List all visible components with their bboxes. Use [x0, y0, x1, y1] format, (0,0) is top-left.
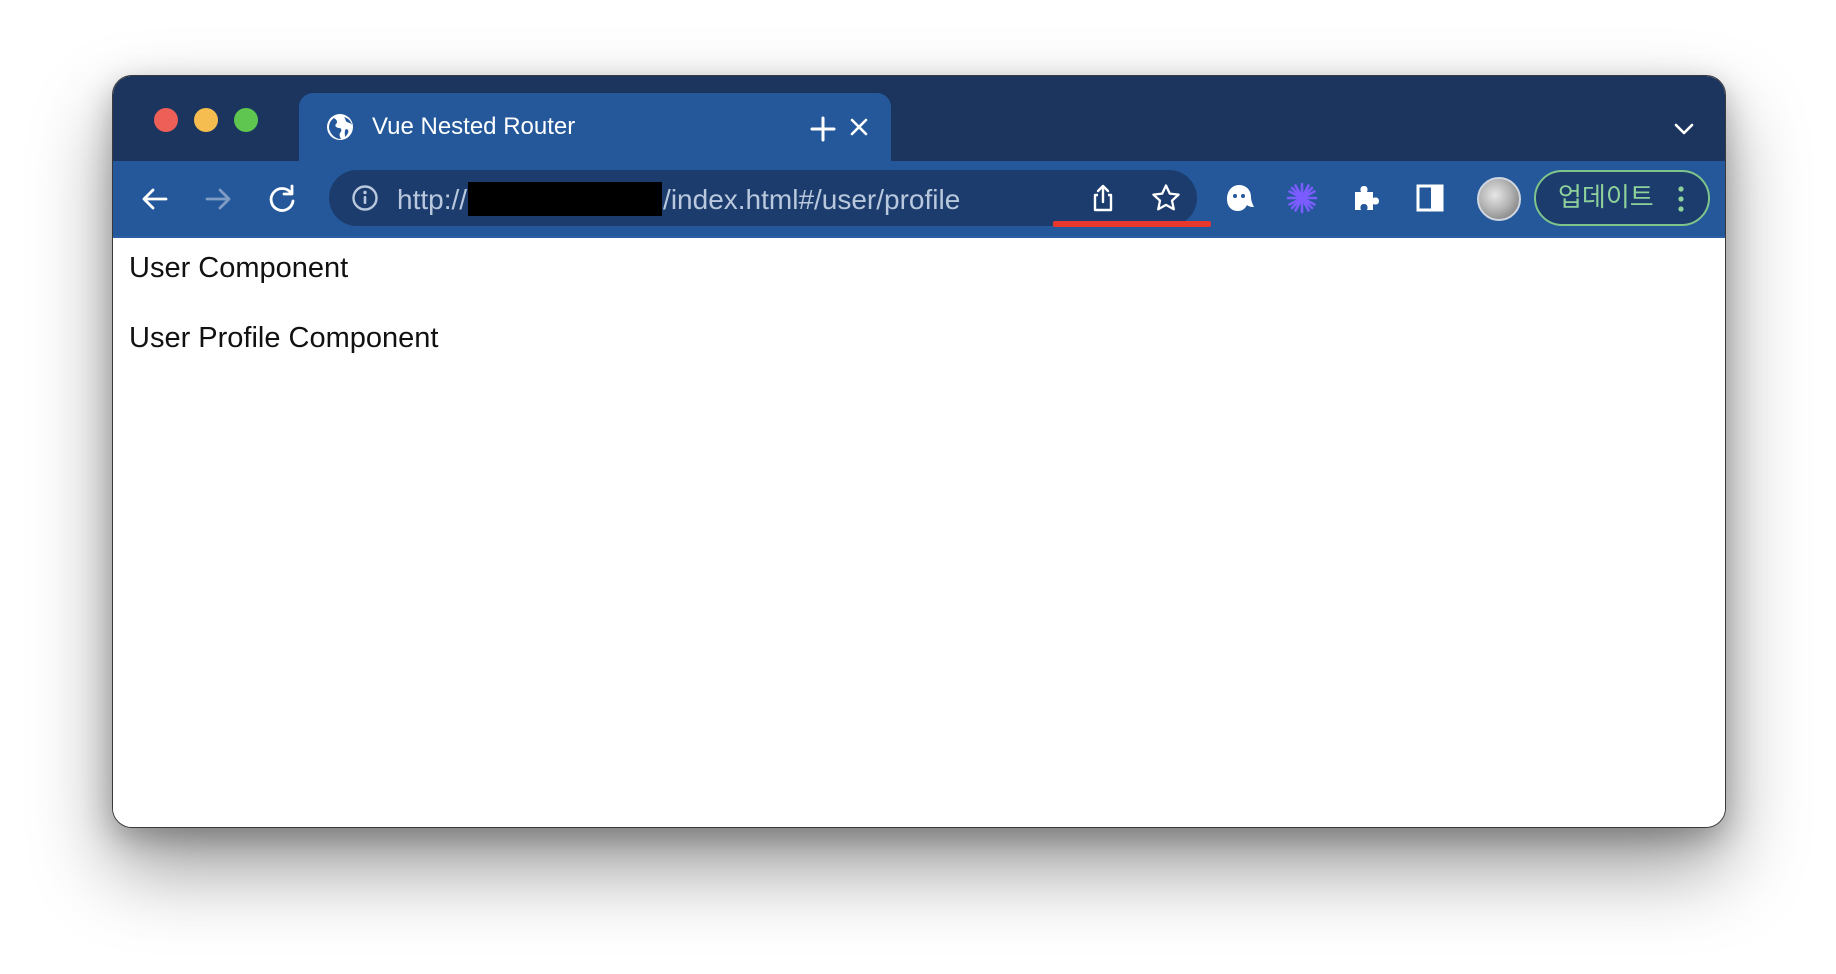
redacted-host — [468, 182, 663, 216]
more-vertical-icon[interactable] — [1676, 184, 1686, 214]
arrow-right-icon[interactable] — [201, 182, 235, 216]
url-path: /index.html#/user/profile — [663, 184, 961, 215]
puzzle-icon[interactable] — [1349, 181, 1383, 215]
sparkle-extension-icon[interactable] — [1285, 181, 1319, 215]
arrow-left-icon[interactable] — [138, 182, 172, 216]
close-icon[interactable] — [845, 113, 873, 141]
user-profile-component-text: User Profile Component — [129, 322, 439, 354]
url-text: http:// /index.html#/user/profile — [397, 182, 960, 216]
page-content: User Component User Profile Component — [113, 236, 1725, 827]
window-zoom-button[interactable] — [234, 108, 258, 132]
window-minimize-button[interactable] — [194, 108, 218, 132]
star-icon[interactable] — [1150, 182, 1182, 214]
active-tab[interactable]: Vue Nested Router — [299, 93, 891, 163]
reload-icon[interactable] — [265, 182, 299, 216]
user-component-text: User Component — [129, 252, 349, 284]
ghost-extension-icon[interactable] — [1222, 181, 1256, 215]
toolbar: http:// /index.html#/user/profile 업데이트 — [113, 161, 1725, 236]
url-prefix: http:// — [397, 184, 468, 215]
browser-window: Vue Nested Router http:// /index.html#/u… — [112, 75, 1726, 828]
tab-title: Vue Nested Router — [372, 113, 576, 140]
share-icon[interactable] — [1087, 182, 1119, 214]
plus-icon[interactable] — [807, 113, 839, 145]
side-panel-icon[interactable] — [1413, 181, 1447, 215]
profile-avatar[interactable] — [1477, 177, 1521, 221]
tab-strip: Vue Nested Router — [113, 76, 1725, 163]
desktop-background: Vue Nested Router http:// /index.html#/u… — [0, 0, 1836, 974]
chevron-down-icon[interactable] — [1671, 116, 1697, 142]
url-highlight-underline — [1053, 221, 1211, 227]
globe-icon — [327, 114, 353, 140]
window-close-button[interactable] — [154, 108, 178, 132]
info-icon[interactable] — [351, 184, 379, 212]
update-button[interactable]: 업데이트 — [1534, 170, 1710, 226]
update-label: 업데이트 — [1558, 183, 1654, 213]
address-bar[interactable]: http:// /index.html#/user/profile — [329, 170, 1211, 227]
